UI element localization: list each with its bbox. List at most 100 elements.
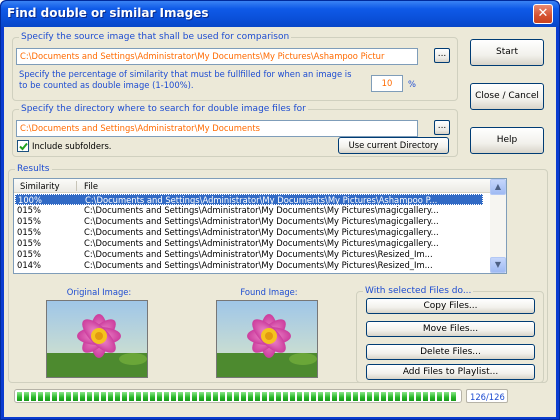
progress-segment bbox=[38, 392, 43, 401]
progress-counter: 126/126 bbox=[466, 389, 508, 403]
title-bar: Find double or similar Images ✕ bbox=[1, 1, 559, 27]
start-button[interactable]: Start bbox=[470, 39, 544, 66]
found-image-label: Found Image: bbox=[240, 287, 298, 297]
similarity-cell: 015% bbox=[17, 249, 41, 259]
percentage-input[interactable]: 10 bbox=[371, 75, 403, 92]
progress-segment bbox=[332, 392, 337, 401]
source-image-group: Specify the source image that shall be u… bbox=[12, 32, 458, 101]
actions-group-label: With selected Files do... bbox=[363, 286, 474, 296]
progress-segment bbox=[59, 392, 64, 401]
progress-segment bbox=[262, 392, 267, 401]
column-header-similarity[interactable]: Similarity bbox=[20, 181, 60, 191]
progress-segment bbox=[122, 392, 127, 401]
progress-segment bbox=[73, 392, 78, 401]
progress-segment bbox=[150, 392, 155, 401]
progress-segment bbox=[80, 392, 85, 401]
table-row[interactable]: 015% C:\Documents and Settings\Administra… bbox=[15, 249, 483, 260]
table-row[interactable]: 014% C:\Documents and Settings\Administra… bbox=[15, 260, 483, 271]
add-to-playlist-button[interactable]: Add Files to Playlist... bbox=[366, 364, 535, 380]
progress-segment bbox=[451, 392, 456, 401]
progress-segment bbox=[157, 392, 162, 401]
progress-segment bbox=[444, 392, 449, 401]
progress-segment bbox=[234, 392, 239, 401]
progress-segment bbox=[402, 392, 407, 401]
progress-segment bbox=[437, 392, 442, 401]
close-cancel-button[interactable]: Close / Cancel bbox=[470, 83, 544, 110]
include-subfolders-label: Include subfolders. bbox=[32, 141, 112, 151]
table-row[interactable]: 100% C:\Documents and Settings\Administra… bbox=[15, 194, 483, 205]
progress-segment bbox=[31, 392, 36, 401]
results-label: Results bbox=[15, 164, 52, 174]
original-image-label: Original Image: bbox=[66, 287, 132, 297]
column-header-file[interactable]: File bbox=[84, 181, 98, 191]
progress-segment bbox=[52, 392, 57, 401]
progress-segment bbox=[283, 392, 288, 401]
progress-segment bbox=[423, 392, 428, 401]
table-row[interactable]: 015% C:\Documents and Settings\Administra… bbox=[15, 227, 483, 238]
progress-segment bbox=[192, 392, 197, 401]
include-subfolders-checkbox[interactable] bbox=[17, 140, 29, 152]
progress-segment bbox=[325, 392, 330, 401]
progress-segment bbox=[45, 392, 50, 401]
progress-segment bbox=[430, 392, 435, 401]
found-image-preview bbox=[216, 300, 318, 378]
delete-files-button[interactable]: Delete Files... bbox=[366, 344, 535, 360]
progress-segment bbox=[276, 392, 281, 401]
progress-segment bbox=[339, 392, 344, 401]
close-icon: ✕ bbox=[537, 6, 549, 21]
progress-segment bbox=[115, 392, 120, 401]
progress-segment bbox=[367, 392, 372, 401]
progress-segment bbox=[108, 392, 113, 401]
progress-segment bbox=[269, 392, 274, 401]
similarity-cell: 014% bbox=[17, 260, 41, 270]
progress-segment bbox=[360, 392, 365, 401]
progress-segment bbox=[129, 392, 134, 401]
directory-browse-button[interactable]: ... bbox=[434, 120, 450, 135]
progress-segment bbox=[171, 392, 176, 401]
use-current-directory-button[interactable]: Use current Directory bbox=[338, 137, 449, 154]
progress-segment bbox=[311, 392, 316, 401]
table-row[interactable]: 015% C:\Documents and Settings\Administra… bbox=[15, 205, 483, 216]
progress-segment bbox=[66, 392, 71, 401]
progress-segment bbox=[381, 392, 386, 401]
arrow-up-icon[interactable]: ▲ bbox=[490, 179, 506, 195]
copy-files-button[interactable]: Copy Files... bbox=[366, 298, 535, 314]
file-cell: C:\Documents and Settings\Administrator\… bbox=[84, 260, 433, 270]
progress-segment bbox=[17, 392, 22, 401]
progress-segment bbox=[206, 392, 211, 401]
file-cell: C:\Documents and Settings\Administrator\… bbox=[84, 216, 439, 226]
progress-segment bbox=[318, 392, 323, 401]
progress-segment bbox=[143, 392, 148, 401]
similarity-cell: 015% bbox=[17, 238, 41, 248]
original-image-preview bbox=[46, 300, 148, 378]
progress-bar bbox=[14, 389, 462, 403]
progress-segment bbox=[241, 392, 246, 401]
arrow-down-icon[interactable]: ▼ bbox=[490, 257, 506, 273]
source-group-label: Specify the source image that shall be u… bbox=[19, 32, 292, 42]
similarity-cell: 015% bbox=[17, 216, 41, 226]
directory-group-label: Specify the directory where to search fo… bbox=[19, 104, 308, 114]
file-cell: C:\Documents and Settings\Administrator\… bbox=[84, 249, 433, 259]
window-title: Find double or similar Images bbox=[7, 6, 209, 20]
close-window-button[interactable]: ✕ bbox=[533, 4, 553, 24]
progress-segment bbox=[185, 392, 190, 401]
percentage-prompt: Specify the percentage of similarity tha… bbox=[19, 69, 352, 90]
progress-segment bbox=[248, 392, 253, 401]
progress-segment bbox=[416, 392, 421, 401]
source-browse-button[interactable]: ... bbox=[434, 48, 450, 63]
progress-segment bbox=[87, 392, 92, 401]
move-files-button[interactable]: Move Files... bbox=[366, 321, 535, 337]
directory-path-input[interactable]: C:\Documents and Settings\Administrator\… bbox=[16, 120, 418, 137]
vertical-scrollbar[interactable]: ▲ ▼ bbox=[490, 179, 506, 273]
table-row[interactable]: 015% C:\Documents and Settings\Administra… bbox=[15, 238, 483, 249]
column-divider[interactable] bbox=[76, 181, 77, 191]
similarity-cell: 015% bbox=[17, 227, 41, 237]
source-path-input[interactable]: C:\Documents and Settings\Administrator\… bbox=[16, 48, 418, 65]
progress-segment bbox=[24, 392, 29, 401]
progress-segment bbox=[136, 392, 141, 401]
results-list[interactable]: Similarity File 100% C:\Documents and Set… bbox=[13, 178, 507, 274]
search-directory-group: Specify the directory where to search fo… bbox=[12, 104, 458, 157]
table-row[interactable]: 015% C:\Documents and Settings\Administra… bbox=[15, 216, 483, 227]
checkmark-icon bbox=[19, 142, 28, 151]
help-button[interactable]: Help bbox=[470, 127, 544, 154]
